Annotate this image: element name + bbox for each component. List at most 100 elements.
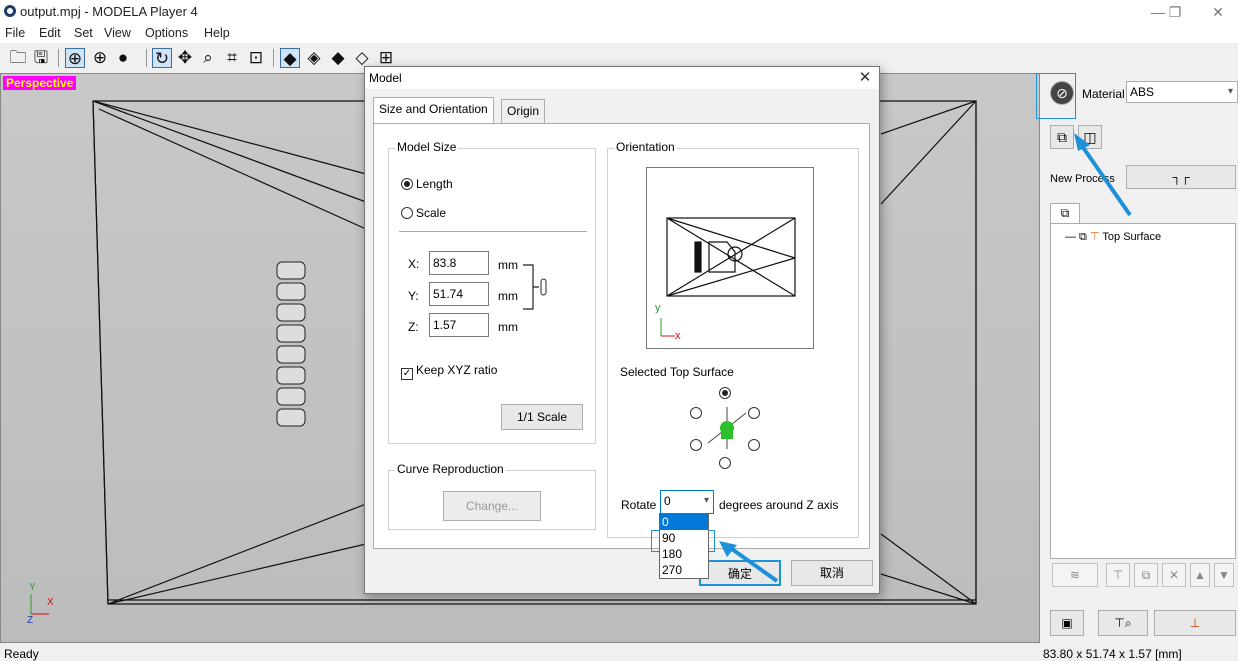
material-icon[interactable]: ⊘ xyxy=(1050,81,1074,105)
rotate-value: 0 xyxy=(664,494,671,508)
radio-length[interactable]: Length xyxy=(401,177,453,191)
model-dialog: Model ✕ Size and Orientation Origin Mode… xyxy=(364,66,880,594)
axis-y-label: Y xyxy=(29,582,36,593)
rotate-option-180[interactable]: 180 xyxy=(660,546,708,562)
new-process-button[interactable]: ┐┌ xyxy=(1126,165,1236,189)
x-unit: mm xyxy=(498,258,518,272)
scale-1-1-button[interactable]: 1/1 Scale xyxy=(501,404,583,430)
axis-z-label: Z xyxy=(27,615,34,626)
menu-view[interactable]: View xyxy=(104,26,131,40)
tree-item-top-surface[interactable]: — ⧉ ⊤ Top Surface xyxy=(1065,230,1161,244)
inspect-button[interactable]: ⊤⌕ xyxy=(1098,610,1148,636)
process-step-icon: ┐┌ xyxy=(1172,170,1190,184)
dialog-title-bar: Model ✕ xyxy=(365,67,879,89)
menu-bar: File Edit Set View Options Help xyxy=(0,24,1238,43)
fit-icon[interactable]: ⌗ xyxy=(222,48,242,68)
tool-button[interactable]: ⊤ xyxy=(1106,563,1130,587)
rotate-option-0[interactable]: 0 xyxy=(660,514,708,530)
z-label: Z: xyxy=(408,320,419,334)
title-bar: output.mpj - MODELA Player 4 — ❐ ✕ xyxy=(0,0,1238,24)
model-size-title: Model Size xyxy=(395,140,459,154)
menu-help[interactable]: Help xyxy=(204,26,230,40)
curve-group: Curve Reproduction Change... xyxy=(388,462,596,530)
rotate-label: Rotate xyxy=(621,498,657,512)
status-model-size: 83.80 x 51.74 x 1.57 [mm] xyxy=(1043,647,1182,661)
preview-axis-x: x xyxy=(675,330,681,342)
close-button[interactable]: ✕ xyxy=(1198,2,1238,22)
material-label: Material xyxy=(1082,87,1125,101)
view-top-icon[interactable]: ◇ xyxy=(352,48,372,68)
view-label: Perspective xyxy=(3,76,77,90)
open-folder-icon[interactable]: 🗀 xyxy=(8,48,28,68)
save-icon[interactable]: 🖫 xyxy=(31,48,51,68)
surface-front-left-radio[interactable] xyxy=(690,439,702,451)
annotation-arrow xyxy=(1074,133,1132,217)
change-button[interactable]: Change... xyxy=(443,491,541,521)
move-up-button[interactable]: ▲ xyxy=(1190,563,1210,587)
cancel-button[interactable]: 取消 xyxy=(791,560,873,586)
view-iso-icon[interactable]: ◆ xyxy=(280,48,300,68)
zoom-selection-icon[interactable]: ⊡ xyxy=(246,48,266,68)
preview-wireframe xyxy=(660,217,796,337)
y-unit: mm xyxy=(498,289,518,303)
menu-edit[interactable]: Edit xyxy=(39,26,61,40)
preview-button[interactable]: ▣ xyxy=(1050,610,1084,636)
rotate-icon[interactable]: ↻ xyxy=(152,48,172,68)
edit-path-button[interactable]: ≋ xyxy=(1052,563,1098,587)
globe-wire-icon[interactable]: ⊕ xyxy=(65,48,85,68)
app-icon xyxy=(4,5,16,17)
delete-button[interactable]: ✕ xyxy=(1162,563,1186,587)
rotate-suffix: degrees around Z axis xyxy=(719,498,839,512)
material-value: ABS xyxy=(1130,85,1155,99)
keep-ratio-checkbox[interactable]: ✓ Keep XYZ ratio xyxy=(401,363,497,380)
z-field[interactable]: 1.57 xyxy=(429,313,489,337)
chevron-down-icon: ▾ xyxy=(1227,86,1233,97)
rotate-option-270[interactable]: 270 xyxy=(660,562,708,578)
view-side-icon[interactable]: ◆ xyxy=(328,48,348,68)
dialog-close-icon[interactable]: ✕ xyxy=(855,69,875,87)
dialog-title: Model xyxy=(369,71,402,85)
preview-axis-y: y xyxy=(655,302,661,314)
x-field[interactable]: 83.8 xyxy=(429,251,489,275)
axis-x-label: X xyxy=(47,597,54,608)
status-text: Ready xyxy=(4,647,39,661)
view-front-icon[interactable]: ◈ xyxy=(304,48,324,68)
process-panel: ⊘ Material ABS ▾ ⧉ ◫ New Process ┐┌ ⧉ — … xyxy=(1036,73,1238,643)
menu-set[interactable]: Set xyxy=(74,26,93,40)
restore-button[interactable]: ❐ xyxy=(1155,2,1195,22)
selected-top-surface-label: Selected Top Surface xyxy=(620,365,734,379)
tab-origin[interactable]: Origin xyxy=(501,99,546,124)
globe-icon[interactable]: ⊕ xyxy=(90,48,110,68)
surface-bottom-radio[interactable] xyxy=(719,457,731,469)
model-orientation-icon xyxy=(707,407,747,449)
surface-top-radio[interactable] xyxy=(719,387,731,399)
zoom-icon[interactable]: ⌕ xyxy=(198,48,218,68)
material-select[interactable]: ABS ▾ xyxy=(1126,81,1238,103)
copy-button[interactable]: ⧉ xyxy=(1134,563,1158,587)
rotate-select[interactable]: 0 ▾ xyxy=(660,490,714,514)
menu-file[interactable]: File xyxy=(5,26,25,40)
model-size-group: Model Size Length Scale X: 83.8 mm Y: 51… xyxy=(388,140,596,444)
orientation-group: Orientation y x Selected Top Surface xyxy=(607,140,859,538)
sphere-icon[interactable]: ● xyxy=(113,48,133,68)
chevron-down-icon: ▾ xyxy=(703,495,709,506)
x-label: X: xyxy=(408,257,420,271)
y-field[interactable]: 51.74 xyxy=(429,282,489,306)
surface-back-left-radio[interactable] xyxy=(690,407,702,419)
move-down-button[interactable]: ▼ xyxy=(1214,563,1234,587)
rotate-option-90[interactable]: 90 xyxy=(660,530,708,546)
z-unit: mm xyxy=(498,320,518,334)
tab-size-orientation[interactable]: Size and Orientation xyxy=(373,97,494,123)
tab-page: Model Size Length Scale X: 83.8 mm Y: 51… xyxy=(373,123,870,549)
cut-button[interactable]: ⊥ xyxy=(1154,610,1236,636)
pan-icon[interactable]: ✥ xyxy=(175,48,195,68)
radio-scale[interactable]: Scale xyxy=(401,206,446,220)
menu-options[interactable]: Options xyxy=(145,26,188,40)
curve-title: Curve Reproduction xyxy=(395,462,506,476)
rotate-dropdown-list: 0 90 180 270 xyxy=(659,513,709,579)
grid-icon[interactable]: ⊞ xyxy=(376,48,396,68)
process-tree: — ⧉ ⊤ Top Surface xyxy=(1050,223,1236,559)
y-label: Y: xyxy=(408,289,419,303)
link-chain-icon xyxy=(523,264,547,310)
window-title: output.mpj - MODELA Player 4 xyxy=(20,4,198,19)
